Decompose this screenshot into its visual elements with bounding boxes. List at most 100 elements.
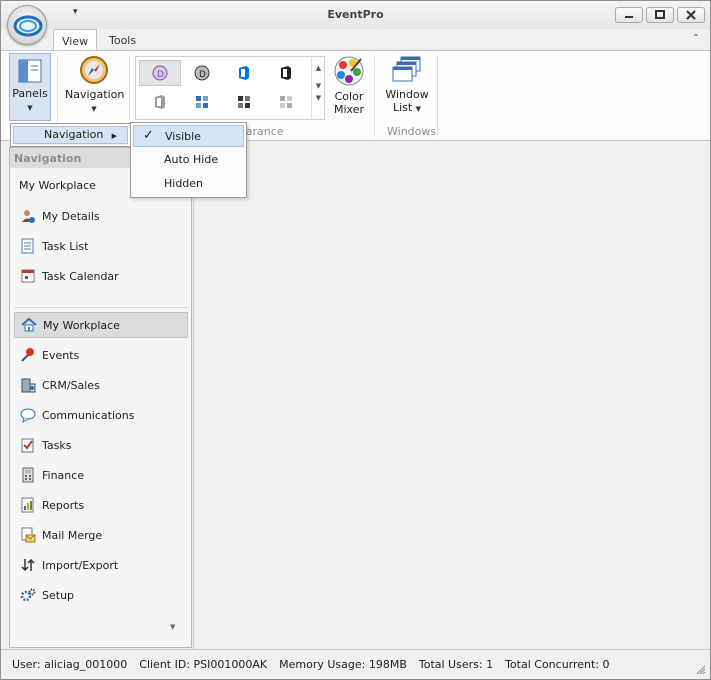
dark-tiles-icon [238, 96, 250, 108]
nav-item-label: My Details [42, 209, 100, 223]
skin-dark-tiles-item[interactable] [223, 89, 265, 115]
submenu-item-hidden[interactable]: Hidden [133, 173, 244, 195]
skin-blue-tiles-item[interactable] [181, 89, 223, 115]
submenu-item-label: Auto Hide [164, 153, 219, 166]
navigation-label: Navigation [65, 88, 125, 101]
panels-dropdown-menu: Navigation ▶ [10, 123, 131, 147]
task-check-icon [20, 437, 36, 453]
app-menu-button[interactable] [7, 5, 47, 45]
nav-overflow-dropdown-icon[interactable]: ▼ [170, 623, 175, 631]
gallery-scrollbar[interactable]: ▲ ▼ ▼ [311, 56, 325, 120]
nav-item-label: Task List [42, 239, 89, 253]
task-list-icon [20, 238, 36, 254]
nav-module-setup[interactable]: Setup [14, 582, 188, 608]
skin-bezier-icon: D [152, 65, 168, 81]
speech-bubble-icon [20, 407, 36, 423]
submenu-item-auto-hide[interactable]: Auto Hide [133, 149, 244, 171]
nav-module-finance[interactable]: Finance [14, 462, 188, 488]
color-mixer-button[interactable]: Color Mixer [329, 53, 369, 121]
house-icon [21, 317, 37, 333]
nav-item-task-calendar[interactable]: Task Calendar [14, 263, 188, 289]
nav-module-tasks[interactable]: Tasks [14, 432, 188, 458]
ribbon-tabs: View Tools ⌃ [1, 29, 710, 51]
submenu-arrow-icon: ▶ [111, 132, 117, 140]
nav-module-label: CRM/Sales [42, 378, 100, 392]
nav-item-task-list[interactable]: Task List [14, 233, 188, 259]
person-info-icon [20, 208, 36, 224]
nav-item-label: Task Calendar [42, 269, 119, 283]
submenu-item-visible[interactable]: ✓ Visible [133, 125, 244, 147]
nav-divider [14, 307, 188, 308]
calendar-icon [20, 268, 36, 284]
skin-dark-item[interactable]: D [181, 60, 223, 86]
panels-icon [18, 59, 42, 83]
skin-office-blue-item[interactable] [223, 60, 265, 86]
skin-office-gray-item[interactable] [139, 89, 181, 115]
gears-icon [20, 587, 36, 603]
skin-light-tiles-item[interactable] [265, 89, 307, 115]
gallery-scroll-up-icon[interactable]: ▲ [312, 64, 325, 72]
panels-dropdown-icon: ▼ [27, 104, 33, 112]
collapse-ribbon-icon[interactable]: ⌃ [692, 33, 700, 44]
skin-bezier-item[interactable]: D [139, 60, 181, 86]
tab-view[interactable]: View [53, 29, 98, 51]
panels-menu-item-label: Navigation [44, 128, 104, 141]
gallery-expand-icon[interactable]: ▼ [312, 94, 325, 102]
quick-access-dropdown-icon[interactable]: ▾ [73, 7, 78, 17]
window-title: EventPro [327, 8, 384, 21]
close-icon [686, 10, 696, 20]
app-window: EventPro ▾ View Tools ⌃ Panels ▼ Navigat… [0, 0, 711, 680]
gallery-scroll-down-icon[interactable]: ▼ [312, 82, 325, 90]
checkmark-icon: ✓ [143, 128, 154, 143]
nav-module-crm-sales[interactable]: CRM/Sales [14, 372, 188, 398]
resize-grip-icon[interactable] [696, 665, 706, 675]
nav-module-mail-merge[interactable]: Mail Merge [14, 522, 188, 548]
ribbon-separator [374, 55, 375, 137]
nav-module-label: Tasks [42, 438, 72, 452]
window-list-label-1: Window [385, 88, 429, 101]
window-list-icon [392, 56, 421, 82]
status-client-id: Client ID: PSI001000AK [139, 658, 268, 671]
navigation-button[interactable]: Navigation ▼ [65, 53, 125, 121]
compass-icon [80, 56, 108, 84]
import-export-icon [20, 557, 36, 573]
status-bar: User: aliciag_001000 Client ID: PSI00100… [1, 649, 710, 679]
light-tiles-icon [280, 96, 292, 108]
submenu-item-label: Hidden [164, 177, 204, 190]
color-palette-icon [334, 56, 364, 86]
close-button[interactable] [677, 7, 705, 23]
window-list-label-2: List ▼ [392, 101, 422, 114]
panels-button[interactable]: Panels ▼ [9, 53, 51, 121]
tab-tools[interactable]: Tools [101, 29, 144, 51]
status-total-users: Total Users: 1 [418, 658, 494, 671]
nav-module-label: My Workplace [43, 318, 120, 332]
nav-section-title: My Workplace [19, 179, 96, 192]
status-user: User: aliciag_001000 [12, 658, 128, 671]
nav-module-reports[interactable]: Reports [14, 492, 188, 518]
skin-dark-icon: D [194, 65, 210, 81]
window-list-button[interactable]: Window List ▼ [382, 53, 432, 121]
maximize-button[interactable] [646, 7, 674, 23]
nav-module-my-workplace[interactable]: My Workplace [14, 312, 188, 338]
ribbon-separator [437, 55, 438, 137]
title-bar: EventPro ▾ [1, 1, 710, 29]
nav-module-label: Import/Export [42, 558, 119, 572]
report-icon [20, 497, 36, 513]
building-icon [20, 377, 36, 393]
color-mixer-label-2: Mixer [333, 103, 364, 116]
nav-module-events[interactable]: Events [14, 342, 188, 368]
nav-module-communications[interactable]: Communications [14, 402, 188, 428]
skin-office-black-item[interactable] [265, 60, 307, 86]
mail-merge-icon [20, 527, 36, 543]
nav-item-my-details[interactable]: My Details [14, 203, 188, 229]
nav-module-label: Setup [42, 588, 75, 602]
panels-menu-item-navigation[interactable]: Navigation ▶ [13, 126, 128, 144]
office-blue-icon [239, 66, 249, 80]
main-workspace [193, 142, 710, 649]
nav-module-import-export[interactable]: Import/Export [14, 552, 188, 578]
navigation-dropdown-icon: ▼ [91, 105, 97, 113]
svg-text:D: D [157, 70, 164, 80]
panels-label: Panels [12, 87, 48, 100]
window-list-dropdown-icon: ▼ [415, 105, 422, 113]
minimize-button[interactable] [615, 7, 643, 23]
